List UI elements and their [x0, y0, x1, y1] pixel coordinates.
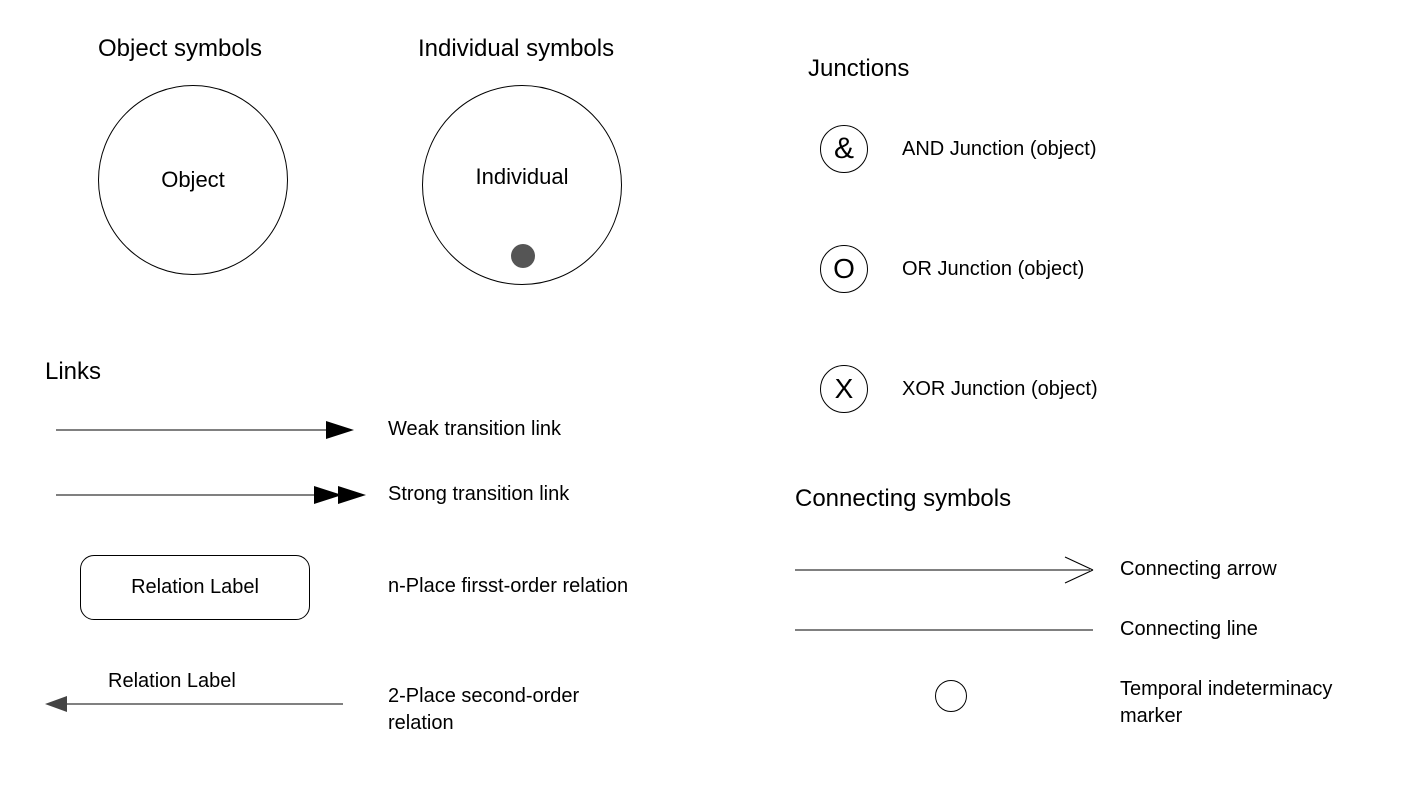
weak-transition-link-icon [56, 415, 356, 445]
relation-label-box: Relation Label [80, 555, 310, 620]
xor-junction-label: XOR Junction (object) [902, 378, 1098, 401]
two-place-relation-line-label: Relation Label [108, 670, 236, 693]
object-symbol-label: Object [161, 167, 225, 193]
nplace-relation-label: n-Place firsst-order relation [388, 575, 628, 598]
connecting-arrow-label: Connecting arrow [1120, 558, 1277, 581]
two-place-relation-label-2: relation [388, 712, 454, 735]
temporal-marker-label-1: Temporal indeterminacy [1120, 678, 1332, 701]
or-junction-label: OR Junction (object) [902, 258, 1084, 281]
individual-symbol-label: Individual [476, 164, 569, 190]
strong-transition-link-label: Strong transition link [388, 483, 569, 506]
header-junctions: Junctions [808, 55, 909, 83]
temporal-indeterminacy-marker-icon [935, 680, 967, 712]
weak-transition-link-label: Weak transition link [388, 418, 561, 441]
connecting-line-icon [795, 625, 1095, 635]
header-object-symbols: Object symbols [98, 35, 262, 63]
strong-transition-link-icon [56, 480, 366, 510]
and-junction-label: AND Junction (object) [902, 138, 1097, 161]
object-symbol: Object [98, 85, 288, 275]
header-links: Links [45, 358, 101, 386]
connecting-line-label: Connecting line [1120, 618, 1258, 641]
relation-label-box-text: Relation Label [131, 576, 259, 599]
header-connecting-symbols: Connecting symbols [795, 485, 1011, 513]
xor-junction-glyph: X [835, 373, 854, 405]
or-junction-symbol: O [820, 245, 868, 293]
or-junction-glyph: O [833, 253, 855, 285]
connecting-arrow-icon [795, 555, 1095, 585]
and-junction-symbol: & [820, 125, 868, 173]
individual-dot-icon [511, 244, 535, 268]
two-place-relation-icon [45, 692, 345, 716]
xor-junction-symbol: X [820, 365, 868, 413]
individual-symbol: Individual [422, 85, 622, 285]
header-individual-symbols: Individual symbols [418, 35, 614, 63]
and-junction-glyph: & [834, 132, 854, 166]
temporal-marker-label-2: marker [1120, 705, 1182, 728]
two-place-relation-label-1: 2-Place second-order [388, 685, 579, 708]
